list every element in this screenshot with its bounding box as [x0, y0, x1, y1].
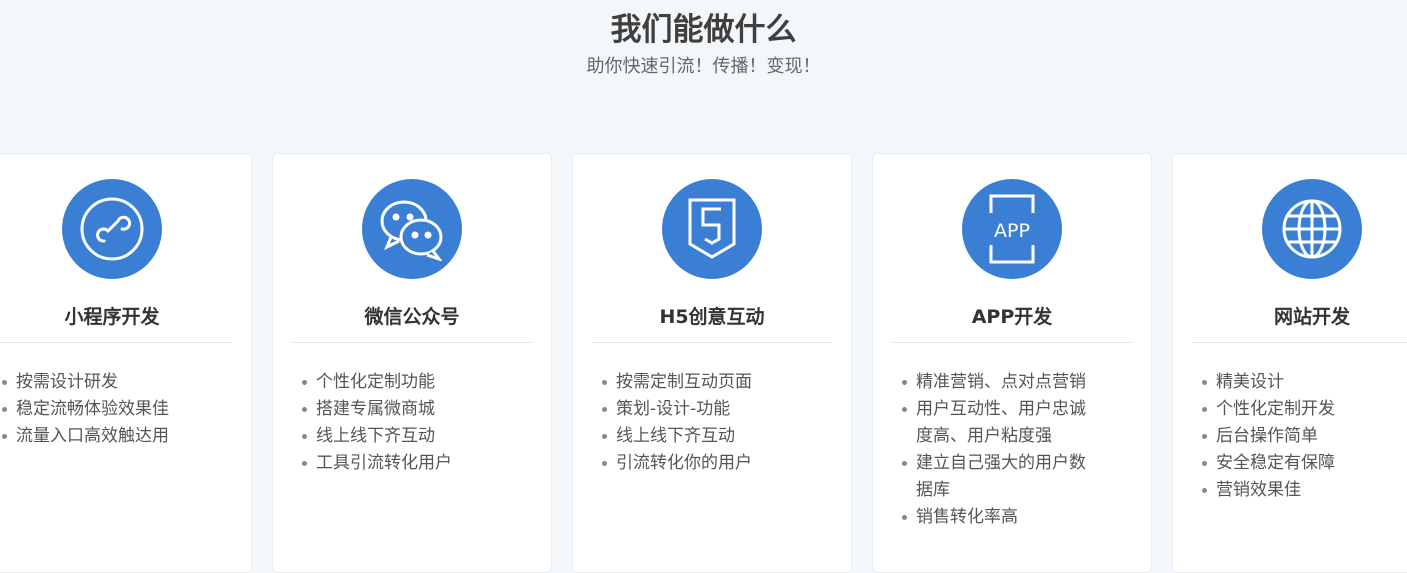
divider: [0, 342, 232, 343]
feature-item: 按需定制互动页面: [602, 369, 802, 396]
feature-item: 搭建专属微商城: [302, 396, 502, 423]
html5-icon: [662, 179, 762, 279]
feature-list: 按需定制互动页面 策划-设计-功能 线上线下齐互动 引流转化你的用户: [602, 369, 802, 477]
service-card[interactable]: H5创意互动 按需定制互动页面 策划-设计-功能 线上线下齐互动 引流转化你的用户: [572, 153, 852, 573]
card-title: H5创意互动: [659, 306, 765, 328]
feature-item: 流量入口高效触达用: [2, 423, 202, 450]
feature-item: 个性化定制开发: [1202, 396, 1402, 423]
feature-item: 安全稳定有保障: [1202, 450, 1402, 477]
feature-item: 后台操作简单: [1202, 423, 1402, 450]
mini-program-icon: [62, 179, 162, 279]
feature-item: 建立自己强大的用户数据库: [902, 450, 1102, 504]
service-card[interactable]: 微信公众号 个性化定制功能 搭建专属微商城 线上线下齐互动 工具引流转化用户: [272, 153, 552, 573]
feature-item: 精美设计: [1202, 369, 1402, 396]
globe-icon: [1262, 179, 1362, 279]
feature-list: 精准营销、点对点营销 用户互动性、用户忠诚度高、用户粘度强 建立自己强大的用户数据库…: [902, 369, 1102, 531]
svg-text:APP: APP: [994, 220, 1030, 242]
service-card[interactable]: 网站开发 精美设计 个性化定制开发 后台操作简单 安全稳定有保障 营销效果佳: [1172, 153, 1407, 573]
feature-list: 按需设计研发 稳定流畅体验效果佳 流量入口高效触达用: [2, 369, 202, 450]
feature-item: 策划-设计-功能: [602, 396, 802, 423]
feature-item: 工具引流转化用户: [302, 450, 502, 477]
section-title: 我们能做什么: [610, 12, 797, 48]
feature-list: 精美设计 个性化定制开发 后台操作简单 安全稳定有保障 营销效果佳: [1202, 369, 1402, 504]
service-card[interactable]: 小程序开发 按需设计研发 稳定流畅体验效果佳 流量入口高效触达用: [0, 153, 252, 573]
card-title: 网站开发: [1273, 306, 1350, 328]
divider: [1192, 342, 1407, 343]
feature-item: 精准营销、点对点营销: [902, 369, 1102, 396]
feature-item: 按需设计研发: [2, 369, 202, 396]
divider: [892, 342, 1132, 343]
feature-item: 线上线下齐互动: [602, 423, 802, 450]
divider: [592, 342, 832, 343]
feature-list: 个性化定制功能 搭建专属微商城 线上线下齐互动 工具引流转化用户: [302, 369, 502, 477]
service-card[interactable]: APP APP开发 精准营销、点对点营销 用户互动性、用户忠诚度高、用户粘度强 建立…: [872, 153, 1152, 573]
card-title: 微信公众号: [364, 306, 460, 328]
card-title: APP开发: [971, 306, 1053, 328]
feature-item: 个性化定制功能: [302, 369, 502, 396]
feature-item: 用户互动性、用户忠诚度高、用户粘度强: [902, 396, 1102, 450]
wechat-icon: [362, 179, 462, 279]
feature-item: 稳定流畅体验效果佳: [2, 396, 202, 423]
feature-item: 线上线下齐互动: [302, 423, 502, 450]
feature-item: 销售转化率高: [902, 504, 1102, 531]
feature-item: 引流转化你的用户: [602, 450, 802, 477]
card-title: 小程序开发: [64, 306, 160, 328]
app-icon: APP: [962, 179, 1062, 279]
section-subtitle: 助你快速引流！传播！变现！: [586, 56, 821, 77]
divider: [292, 342, 532, 343]
feature-item: 营销效果佳: [1202, 477, 1402, 504]
